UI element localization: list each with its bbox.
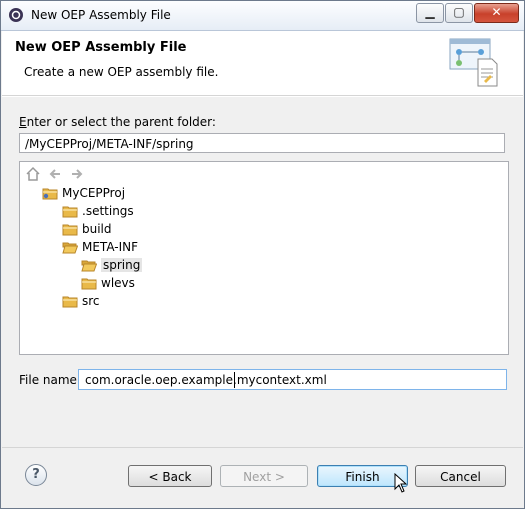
tree-toolbar: [25, 166, 85, 182]
tree-node-label: src: [82, 294, 100, 308]
back-arrow-icon[interactable]: [47, 166, 63, 182]
wizard-banner: New OEP Assembly File Create a new OEP a…: [2, 31, 523, 96]
next-button[interactable]: Next >: [220, 465, 308, 487]
back-button[interactable]: < Back: [128, 465, 212, 487]
tree-node-mycepproj[interactable]: MyCEPProj: [42, 184, 125, 202]
tree-node-label: .settings: [82, 204, 134, 218]
tree-node-meta-inf[interactable]: META-INF: [62, 238, 138, 256]
close-button[interactable]: ✕: [474, 3, 519, 23]
tree-node-wlevs[interactable]: wlevs: [81, 274, 135, 292]
maximize-icon: ▢: [453, 5, 465, 19]
app-icon: [9, 8, 23, 22]
folder-icon: [62, 296, 78, 308]
parent-folder-label-text: nter or select the parent folder:: [26, 115, 216, 129]
parent-folder-label: Enter or select the parent folder:: [19, 115, 216, 129]
dialog-window: New OEP Assembly File ▁ ▢ ✕ New OEP Asse…: [0, 0, 525, 509]
wizard-banner-icon: [449, 38, 498, 87]
banner-subtitle: Create a new OEP assembly file.: [24, 65, 219, 79]
banner-divider: [2, 96, 523, 97]
folder-open-icon: [62, 242, 78, 254]
mouse-pointer-icon: [394, 473, 408, 493]
folder-tree[interactable]: MyCEPProj .settings build META-INF sprin…: [19, 161, 509, 355]
tree-node-spring[interactable]: spring: [81, 256, 143, 274]
cancel-button[interactable]: Cancel: [415, 465, 506, 487]
maximize-button[interactable]: ▢: [445, 3, 473, 23]
button-bar-divider: [2, 447, 523, 448]
minimize-icon: ▁: [425, 5, 435, 19]
help-icon[interactable]: ?: [25, 464, 47, 486]
folder-icon: [81, 278, 97, 290]
minimize-button[interactable]: ▁: [416, 3, 444, 23]
window-title: New OEP Assembly File: [31, 8, 171, 22]
file-name-input[interactable]: com.oracle.oep.example.mycontext.xml: [78, 369, 507, 390]
tree-node-label: MyCEPProj: [62, 186, 126, 200]
folder-icon: [62, 206, 78, 218]
tree-node-build[interactable]: build: [62, 220, 112, 238]
forward-arrow-icon[interactable]: [69, 166, 85, 182]
tree-node-label: spring: [101, 258, 143, 272]
project-folder-icon: [42, 188, 58, 200]
tree-node-label: build: [82, 222, 112, 236]
tree-node-label: wlevs: [101, 276, 135, 290]
title-bar[interactable]: New OEP Assembly File ▁ ▢ ✕: [1, 1, 524, 31]
banner-title: New OEP Assembly File: [15, 40, 187, 55]
tree-node-settings[interactable]: .settings: [62, 202, 134, 220]
close-icon: ✕: [491, 5, 502, 19]
folder-open-icon: [81, 260, 97, 272]
tree-node-label: META-INF: [82, 240, 139, 254]
tree-node-src[interactable]: src: [62, 292, 100, 310]
folder-icon: [62, 224, 78, 236]
home-icon[interactable]: [25, 166, 41, 182]
file-name-label: File name:: [19, 373, 81, 387]
text-caret: [234, 372, 235, 388]
parent-folder-mnemonic: E: [19, 115, 27, 129]
parent-folder-input[interactable]: /MyCEPProj/META-INF/spring: [19, 133, 505, 153]
